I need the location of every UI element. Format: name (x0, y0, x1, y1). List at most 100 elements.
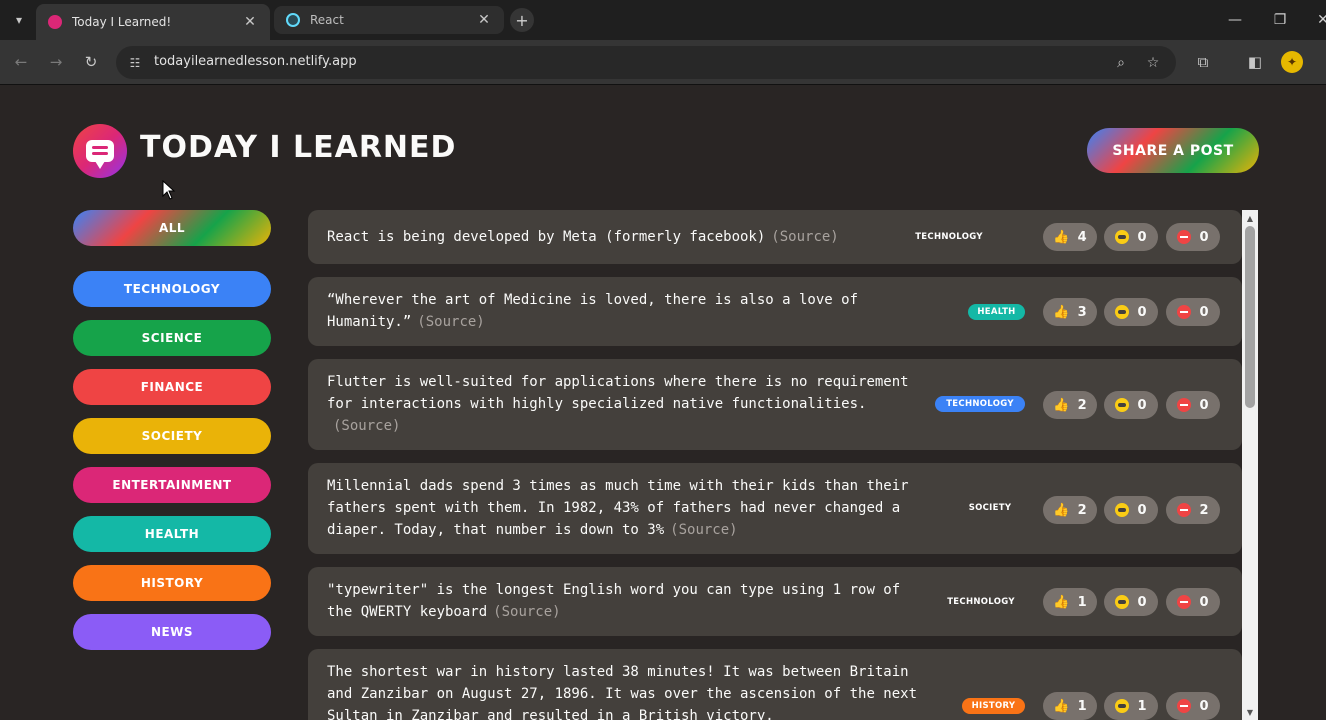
interesting-vote-button[interactable]: 👍 3 (1043, 298, 1097, 326)
tab-search-chevron-icon[interactable]: ▾ (8, 8, 30, 32)
category-entertainment-button[interactable]: ENTERTAINMENT (73, 467, 271, 503)
interesting-vote-button[interactable]: 👍 2 (1043, 496, 1097, 524)
mindblowing-vote-button[interactable]: 0 (1104, 391, 1158, 419)
new-tab-button[interactable]: + (510, 8, 534, 32)
close-window-icon[interactable]: ✕ (1313, 10, 1326, 30)
fact-text: The shortest war in history lasted 38 mi… (327, 661, 937, 720)
vote-count: 0 (1137, 397, 1147, 413)
vote-count: 0 (1199, 594, 1209, 610)
fact-body: React is being developed by Meta (former… (327, 229, 766, 245)
category-tag: SOCIETY (968, 503, 1012, 513)
thumbs-up-icon: 👍 (1053, 304, 1070, 320)
extensions-icon[interactable]: ⧉ (1192, 51, 1214, 73)
tab-close-icon[interactable]: ✕ (476, 12, 492, 28)
no-entry-icon (1177, 699, 1192, 713)
mouse-cursor-icon (162, 180, 176, 200)
scroll-up-arrow-icon[interactable]: ▲ (1242, 212, 1258, 224)
app-page: TODAY I LEARNED SHARE A POST ALL TECHNOL… (0, 86, 1326, 720)
source-link[interactable]: (Source) (493, 604, 560, 620)
mind-blown-icon (1115, 699, 1130, 713)
interesting-vote-button[interactable]: 👍 4 (1043, 223, 1097, 251)
fact-text: "typewriter" is the longest English word… (327, 579, 927, 623)
false-vote-button[interactable]: 0 (1166, 692, 1220, 720)
category-news-button[interactable]: NEWS (73, 614, 271, 650)
side-panel-icon[interactable]: ◧ (1244, 51, 1266, 73)
category-all-button[interactable]: ALL (73, 210, 271, 246)
thumbs-up-icon: 👍 (1053, 397, 1070, 413)
source-link[interactable]: (Source) (333, 418, 400, 434)
fact-text: “Wherever the art of Medicine is loved, … (327, 289, 917, 333)
zoom-icon[interactable]: ⌕ (1111, 53, 1131, 73)
mind-blown-icon (1115, 230, 1130, 244)
scrollbar-thumb[interactable] (1245, 226, 1255, 408)
thumbs-up-icon: 👍 (1053, 698, 1070, 714)
tab-react[interactable]: React ✕ (274, 6, 504, 34)
fact-item: Flutter is well-suited for applications … (308, 359, 1242, 450)
vote-count: 0 (1199, 698, 1209, 714)
address-bar[interactable]: ☷ todayilearnedlesson.netlify.app ⌕ ☆ (116, 46, 1176, 79)
site-info-icon[interactable]: ☷ (126, 54, 144, 72)
no-entry-icon (1177, 595, 1192, 609)
minimize-icon[interactable]: — (1225, 10, 1245, 30)
mindblowing-vote-button[interactable]: 0 (1104, 588, 1158, 616)
back-icon[interactable]: ← (10, 51, 32, 73)
fact-body: Millennial dads spend 3 times as much ti… (327, 478, 909, 538)
mindblowing-vote-button[interactable]: 0 (1104, 298, 1158, 326)
page-title: TODAY I LEARNED (140, 130, 457, 165)
mindblowing-vote-button[interactable]: 0 (1104, 496, 1158, 524)
source-link[interactable]: (Source) (670, 522, 737, 538)
restore-icon[interactable]: ❐ (1270, 10, 1290, 30)
forward-icon[interactable]: → (45, 51, 67, 73)
vote-count: 0 (1137, 594, 1147, 610)
fact-body: Flutter is well-suited for applications … (327, 374, 909, 412)
vote-count: 2 (1077, 502, 1087, 518)
category-technology-button[interactable]: TECHNOLOGY (73, 271, 271, 307)
tab-title: Today I Learned! (72, 15, 172, 29)
category-health-button[interactable]: HEALTH (73, 516, 271, 552)
tab-today-i-learned[interactable]: Today I Learned! ✕ (36, 4, 270, 40)
source-link[interactable]: (Source) (771, 229, 838, 245)
fact-text: Millennial dads spend 3 times as much ti… (327, 475, 917, 541)
false-vote-button[interactable]: 0 (1166, 223, 1220, 251)
fact-item: “Wherever the art of Medicine is loved, … (308, 277, 1242, 346)
mindblowing-vote-button[interactable]: 0 (1104, 223, 1158, 251)
tab-favicon-icon (48, 15, 62, 29)
reload-icon[interactable]: ↻ (80, 51, 102, 73)
chat-bubble-icon (86, 140, 114, 169)
vote-count: 2 (1199, 502, 1209, 518)
false-vote-button[interactable]: 2 (1166, 496, 1220, 524)
mindblowing-vote-button[interactable]: 1 (1104, 692, 1158, 720)
category-science-button[interactable]: SCIENCE (73, 320, 271, 356)
profile-avatar[interactable]: ✦ (1281, 51, 1303, 73)
vote-count: 1 (1077, 698, 1087, 714)
false-vote-button[interactable]: 0 (1166, 298, 1220, 326)
interesting-vote-button[interactable]: 👍 1 (1043, 588, 1097, 616)
share-post-button[interactable]: SHARE A POST (1087, 128, 1259, 173)
mind-blown-icon (1115, 595, 1130, 609)
fact-body: “Wherever the art of Medicine is loved, … (327, 292, 859, 330)
category-finance-button[interactable]: FINANCE (73, 369, 271, 405)
facts-scrollbar[interactable]: ▲ ▼ (1242, 210, 1258, 720)
vote-count: 3 (1077, 304, 1087, 320)
interesting-vote-button[interactable]: 👍 1 (1043, 692, 1097, 720)
fact-body: The shortest war in history lasted 38 mi… (327, 664, 918, 720)
interesting-vote-button[interactable]: 👍 2 (1043, 391, 1097, 419)
vote-count: 0 (1199, 229, 1209, 245)
false-vote-button[interactable]: 0 (1166, 588, 1220, 616)
tab-title: React (310, 13, 344, 27)
facts-list: React is being developed by Meta (former… (308, 210, 1242, 720)
vote-count: 1 (1137, 698, 1147, 714)
url-text: todayilearnedlesson.netlify.app (154, 54, 357, 69)
tab-close-icon[interactable]: ✕ (242, 14, 258, 30)
no-entry-icon (1177, 503, 1192, 517)
vote-count: 0 (1137, 304, 1147, 320)
scroll-down-arrow-icon[interactable]: ▼ (1242, 706, 1258, 718)
source-link[interactable]: (Source) (417, 314, 484, 330)
false-vote-button[interactable]: 0 (1166, 391, 1220, 419)
category-history-button[interactable]: HISTORY (73, 565, 271, 601)
no-entry-icon (1177, 305, 1192, 319)
fact-text: Flutter is well-suited for applications … (327, 371, 917, 437)
category-society-button[interactable]: SOCIETY (73, 418, 271, 454)
bookmark-star-icon[interactable]: ☆ (1143, 53, 1163, 73)
react-favicon-icon (286, 13, 300, 27)
